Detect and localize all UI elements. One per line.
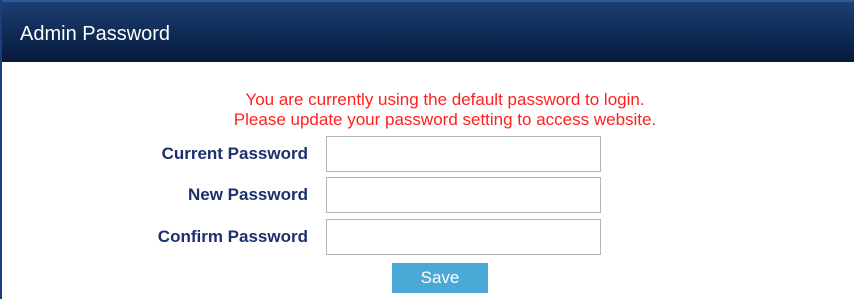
default-password-warning: You are currently using the default pass… (2, 90, 854, 130)
panel-title: Admin Password (20, 23, 171, 45)
current-password-label: Current Password (161, 144, 308, 163)
confirm-password-row: Confirm Password (2, 219, 854, 259)
warning-line-2: Please update your password setting to a… (233, 110, 657, 129)
confirm-password-label: Confirm Password (157, 227, 308, 246)
current-password-input[interactable] (326, 136, 601, 172)
new-password-input[interactable] (326, 177, 601, 213)
panel-header: Admin Password (2, 0, 854, 62)
warning-line-1: You are currently using the default pass… (245, 90, 645, 109)
confirm-password-input[interactable] (326, 219, 601, 255)
admin-password-panel: Admin Password You are currently using t… (0, 0, 854, 299)
current-password-row: Current Password (2, 136, 854, 176)
new-password-row: New Password (2, 177, 854, 217)
new-password-label: New Password (188, 185, 308, 204)
save-button[interactable]: Save (392, 263, 488, 293)
